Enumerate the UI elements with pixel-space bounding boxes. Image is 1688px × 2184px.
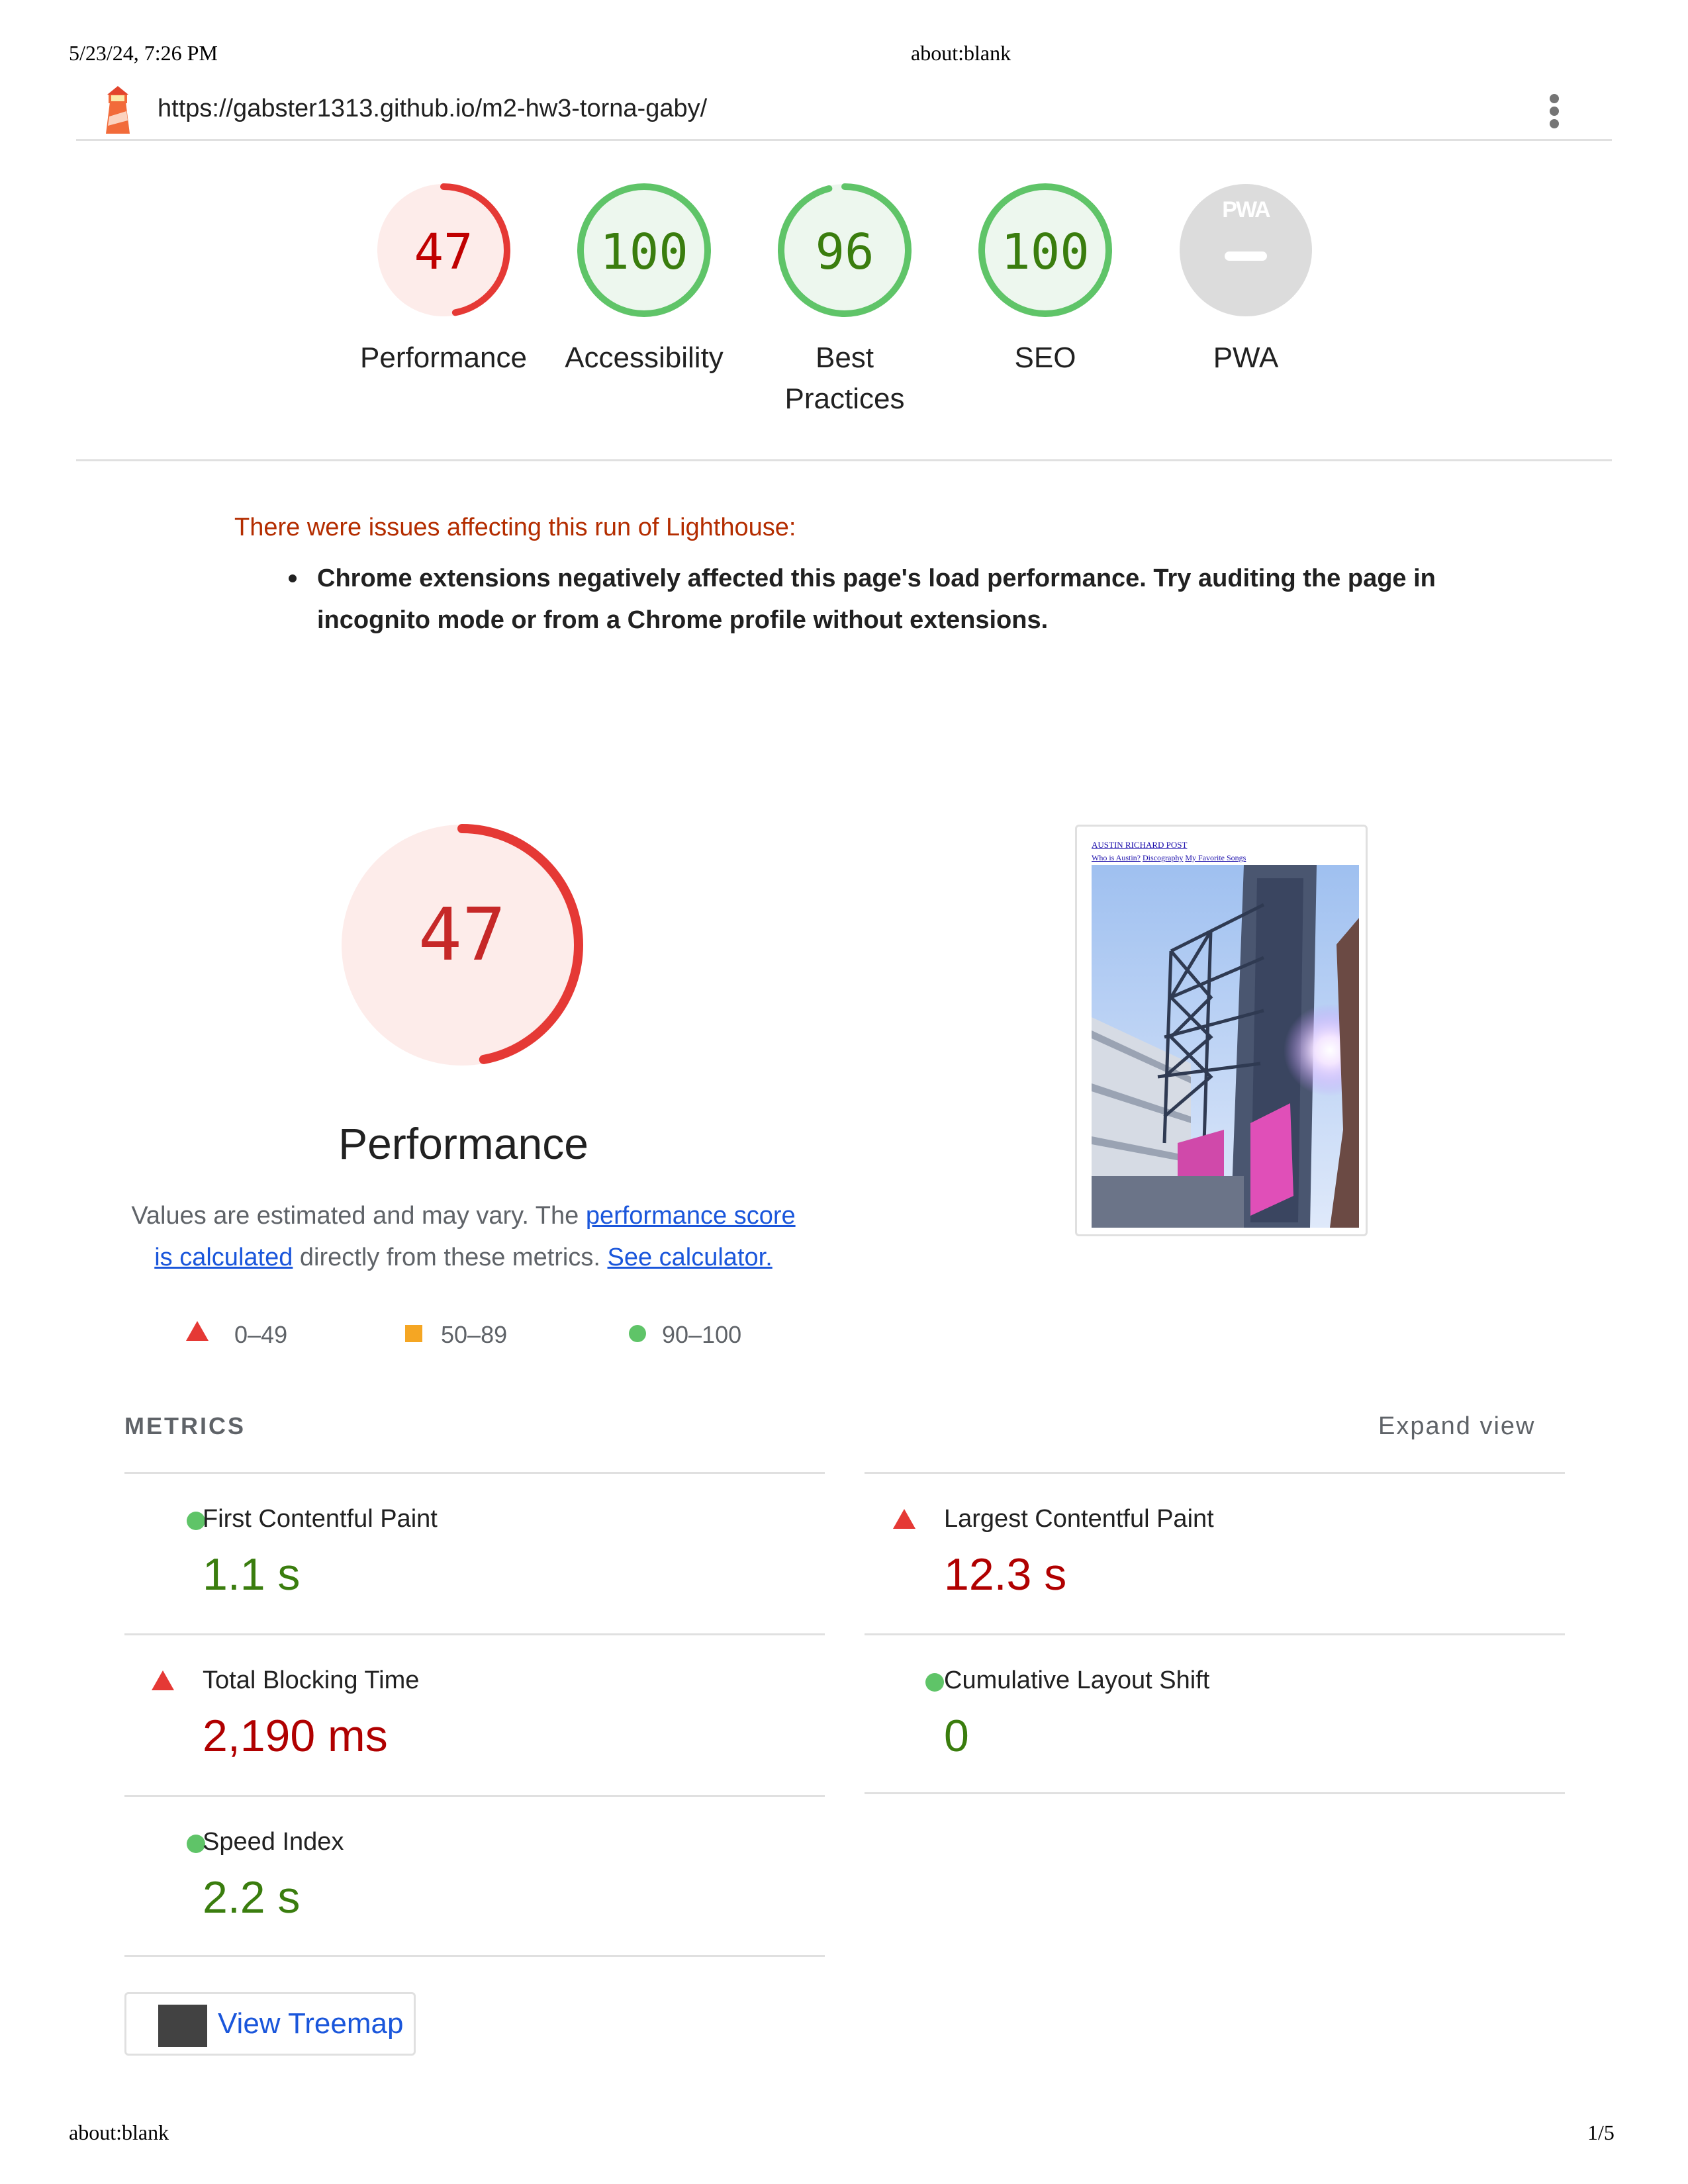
category-score: 100 <box>1001 224 1090 281</box>
fail-triangle-icon <box>893 1509 915 1529</box>
category-label: Performance <box>360 341 527 374</box>
category-score: 100 <box>600 224 688 281</box>
view-treemap-label: View Treemap <box>218 2007 404 2040</box>
category-gauge-pwa[interactable]: PWA <box>1173 177 1319 323</box>
pwa-badge-icon: PWA <box>1222 197 1270 222</box>
pass-circle-icon <box>925 1673 944 1692</box>
fcp-label: First Contentful Paint <box>203 1505 438 1533</box>
print-page-number: 1/5 <box>1587 2120 1615 2144</box>
header-divider <box>76 139 1612 141</box>
legend-average: 50–89 <box>441 1321 508 1348</box>
desc-text-2: directly from these metrics. <box>293 1244 608 1271</box>
metric-divider <box>124 1633 825 1635</box>
screenshot-nav-2: Discography <box>1143 853 1184 862</box>
screenshot-site-title: AUSTIN RICHARD POST <box>1092 840 1188 850</box>
cls-label: Cumulative Layout Shift <box>944 1666 1210 1694</box>
performance-gauge-large: 47 <box>336 819 588 1071</box>
warning-bullet <box>289 574 297 582</box>
lcp-value: 12.3 s <box>944 1549 1067 1600</box>
view-treemap-button[interactable]: View Treemap <box>124 1992 416 2056</box>
is-calculated-link[interactable]: is calculated <box>154 1244 293 1271</box>
fail-triangle-icon <box>152 1670 174 1690</box>
performance-title: Performance <box>338 1119 588 1168</box>
final-screenshot: AUSTIN RICHARD POST Who is Austin? Disco… <box>1075 825 1368 1236</box>
screenshot-nav-3: My Favorite Songs <box>1185 853 1246 862</box>
fcp-value: 1.1 s <box>203 1549 301 1600</box>
metric-divider <box>865 1633 1565 1635</box>
average-square-icon <box>405 1325 422 1342</box>
metric-divider <box>124 1472 825 1474</box>
print-footer-url: about:blank <box>69 2120 169 2144</box>
category-score: 47 <box>414 224 473 281</box>
metric-divider <box>124 1955 825 1957</box>
performance-description: Values are estimated and may vary. The p… <box>99 1195 827 1279</box>
print-date: 5/23/24, 7:26 PM <box>69 41 218 65</box>
warning-line-1: Chrome extensions negatively affected th… <box>317 565 1436 592</box>
category-label: Best Practices <box>784 341 905 415</box>
cls-value: 0 <box>944 1711 969 1761</box>
screenshot-nav: Who is Austin? Discography My Favorite S… <box>1092 853 1246 863</box>
page-url[interactable]: https://gabster1313.github.io/m2-hw3-tor… <box>158 95 707 123</box>
section-divider <box>76 459 1612 461</box>
fail-triangle-icon <box>186 1321 209 1341</box>
category-gauge-best-practices[interactable]: 96 <box>772 177 917 323</box>
category-gauge-accessibility[interactable]: 100 <box>571 177 717 323</box>
si-value: 2.2 s <box>203 1872 301 1923</box>
metric-divider <box>865 1792 1565 1794</box>
metrics-title: METRICS <box>124 1412 246 1439</box>
tbt-value: 2,190 ms <box>203 1711 388 1761</box>
concert-photo <box>1092 865 1359 1228</box>
see-calculator-link[interactable]: See calculator. <box>607 1244 772 1271</box>
category-label: SEO <box>1014 341 1076 374</box>
warning-line-2: incognito mode or from a Chrome profile … <box>317 606 1049 634</box>
category-gauge-performance[interactable]: 47 <box>371 177 516 323</box>
category-label: Accessibility <box>565 341 724 374</box>
treemap-icon <box>158 2005 207 2047</box>
more-vert-icon[interactable] <box>1546 91 1562 131</box>
performance-score-large: 47 <box>418 892 506 977</box>
expand-view-toggle[interactable]: Expand view <box>1378 1412 1535 1441</box>
print-title: about:blank <box>911 41 1011 65</box>
screenshot-nav-1: Who is Austin? <box>1092 853 1141 862</box>
category-gauge-seo[interactable]: 100 <box>972 177 1118 323</box>
metric-divider <box>124 1795 825 1797</box>
legend-fail: 0–49 <box>234 1321 288 1348</box>
lcp-label: Largest Contentful Paint <box>944 1505 1214 1533</box>
si-label: Speed Index <box>203 1828 344 1856</box>
metric-divider <box>865 1472 1565 1474</box>
category-score: 96 <box>815 224 874 281</box>
tbt-label: Total Blocking Time <box>203 1666 420 1694</box>
lighthouse-icon <box>99 85 136 138</box>
pass-circle-icon <box>629 1325 646 1342</box>
warning-item: Chrome extensions negatively affected th… <box>317 558 1522 641</box>
desc-text-1: Values are estimated and may vary. The <box>131 1202 586 1230</box>
category-label: PWA <box>1213 341 1279 374</box>
warning-title: There were issues affecting this run of … <box>234 514 796 541</box>
performance-score-link[interactable]: performance score <box>586 1202 796 1230</box>
legend-pass: 90–100 <box>662 1321 742 1348</box>
